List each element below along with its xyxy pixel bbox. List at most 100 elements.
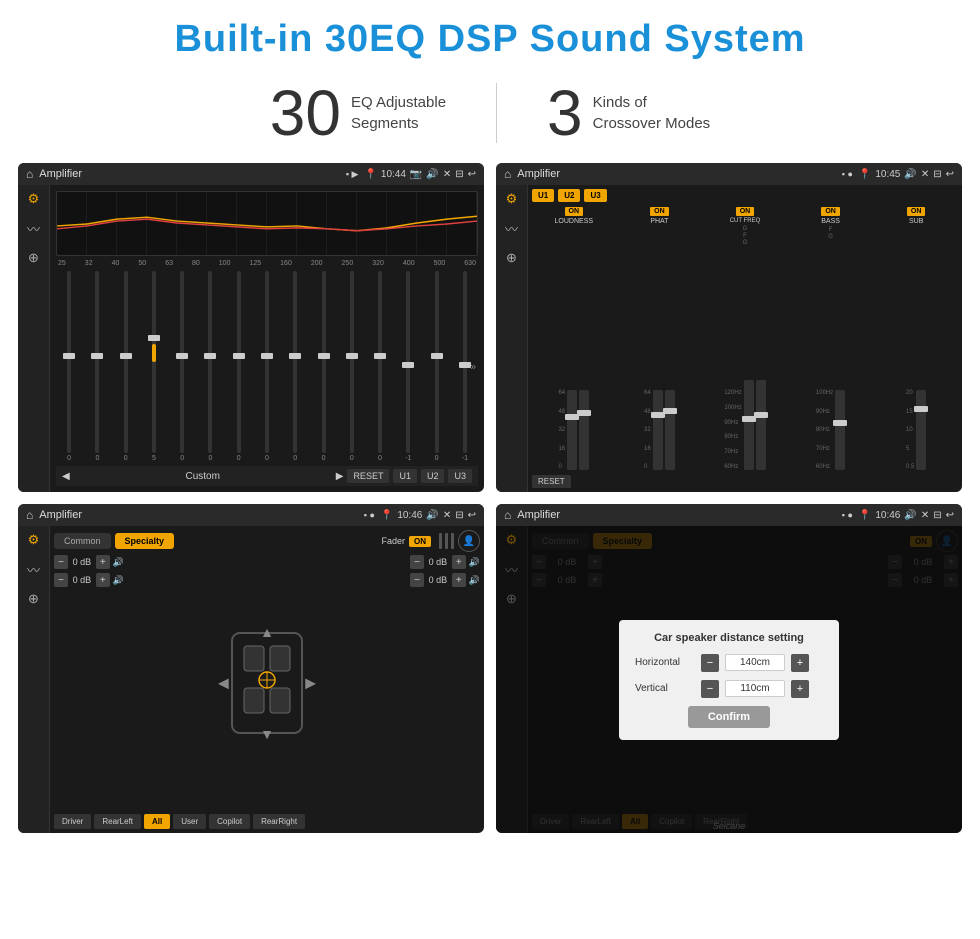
amp3-db-row-4: − 0 dB + 🔊 [410,573,480,587]
eq-slider-9[interactable]: 0 [282,271,308,462]
wave-icon-3[interactable]: 〰 [27,560,40,579]
vol-ctrl-icon-1[interactable]: ⊕ [28,250,39,266]
amp3-user-btn[interactable]: User [173,814,206,829]
screen4-time: 10:46 [875,510,900,521]
eq-prev-btn[interactable]: ◀ [62,471,70,482]
ch-cutfreq-sliders: 120Hz100Hz90Hz80Hz70Hz60Hz [724,248,765,470]
amp3-spk-icon-2: 🔊 [113,575,124,586]
amp3-plus-1[interactable]: + [96,555,110,569]
screen-1-eq: ⌂ Amplifier ▪ ▶ 📍 10:44 📷 🔊 ✕ ⊟ ↩ ⚙ 〰 ⊕ [18,163,484,492]
eq-u3-btn[interactable]: U3 [448,469,472,483]
amp3-plus-4[interactable]: + [452,573,466,587]
eq-graph [56,191,478,256]
amp3-minus-3[interactable]: − [410,555,424,569]
amp3-rearright-btn[interactable]: RearRight [253,814,305,829]
eq-slider-8[interactable]: 0 [254,271,280,462]
eq-slider-3[interactable]: 0 [113,271,139,462]
amp3-copilot-btn[interactable]: Copilot [209,814,250,829]
eq-reset-btn[interactable]: RESET [347,469,389,483]
eq-icon-2[interactable]: ⚙ [506,191,518,207]
ch-cutfreq-on[interactable]: ON [736,207,755,216]
amp3-rearleft-btn[interactable]: RearLeft [94,814,141,829]
x-icon-4[interactable]: ✕ [921,510,929,521]
amp3-avatar[interactable]: 👤 [458,530,480,552]
screen1-title: Amplifier [39,168,340,180]
arrow-right-3[interactable]: ▶ [305,675,316,692]
sq-icon-2[interactable]: ⊟ [933,169,941,180]
eq-u2-btn[interactable]: U2 [421,469,445,483]
crossover-reset-btn[interactable]: RESET [532,475,571,488]
amp3-plus-3[interactable]: + [452,555,466,569]
eq-slider-4[interactable]: 5 [141,271,167,462]
eq-slider-7[interactable]: 0 [226,271,252,462]
ch-phat: ON PHAT 644832160 [618,207,702,470]
vol-ctrl-icon-2[interactable]: ⊕ [506,250,517,266]
dialog-vertical-row: Vertical − 110cm + [635,680,823,698]
eq-slider-1[interactable]: 0 [56,271,82,462]
amp3-minus-1[interactable]: − [54,555,68,569]
crossover-u2-btn[interactable]: U2 [558,189,580,202]
eq-lbl-15: 630 [464,260,476,267]
vol-icon-4: 🔊 [904,510,916,521]
amp3-plus-2[interactable]: + [96,573,110,587]
eq-icon-1[interactable]: ⚙ [28,191,40,207]
back-icon-4[interactable]: ↩ [946,510,954,521]
amp3-common-tab[interactable]: Common [54,533,111,549]
dialog-horizontal-minus[interactable]: − [701,654,719,672]
eq-icon-3[interactable]: ⚙ [28,532,40,548]
wave-icon-1[interactable]: 〰 [27,219,40,238]
amp3-driver-btn[interactable]: Driver [54,814,91,829]
sq-icon-3[interactable]: ⊟ [455,510,463,521]
eq-slider-10[interactable]: 0 [310,271,336,462]
amp3-all-btn[interactable]: All [144,814,170,829]
stat-crossover-label: Kinds of Crossover Modes [593,92,711,134]
status-bar-3: ⌂ Amplifier ▪ ● 📍 10:46 🔊 ✕ ⊟ ↩ [18,504,484,526]
arrow-left-3[interactable]: ◀ [218,675,229,692]
crossover-u3-btn[interactable]: U3 [584,189,606,202]
eq-slider-11[interactable]: 0 [339,271,365,462]
eq-slider-14[interactable]: 0 [423,271,449,462]
wave-icon-2[interactable]: 〰 [505,219,518,238]
eq-slider-2[interactable]: 0 [84,271,110,462]
home-icon-4[interactable]: ⌂ [504,508,511,522]
amp3-fader-on[interactable]: ON [409,536,431,547]
amp3-minus-2[interactable]: − [54,573,68,587]
amp3-specialty-tab[interactable]: Specialty [115,533,175,549]
arrow-down-3[interactable]: ▼ [260,726,274,742]
amp3-minus-4[interactable]: − [410,573,424,587]
rec-icon-4: ▪ ● [842,510,853,520]
back-icon-2[interactable]: ↩ [946,169,954,180]
eq-arrows-icon[interactable]: » [470,361,476,372]
eq-slider-5[interactable]: 0 [169,271,195,462]
eq-slider-12[interactable]: 0 [367,271,393,462]
rec-icon-2: ▪ ● [842,169,853,179]
x-icon-2[interactable]: ✕ [921,169,929,180]
arrow-up-3[interactable]: ▲ [260,624,274,640]
home-icon-2[interactable]: ⌂ [504,167,511,181]
ch-loudness-on[interactable]: ON [565,207,584,216]
amp3-main: Common Specialty Fader ON 👤 − 0 dB + [50,526,484,833]
eq-slider-13[interactable]: -1 [395,271,421,462]
ch-sub-on[interactable]: ON [907,207,926,216]
sq-icon-4[interactable]: ⊟ [933,510,941,521]
dialog-vertical-minus[interactable]: − [701,680,719,698]
dialog-vertical-plus[interactable]: + [791,680,809,698]
ch-bass-on[interactable]: ON [821,207,840,216]
back-icon-3[interactable]: ↩ [468,510,476,521]
dialog-horizontal-plus[interactable]: + [791,654,809,672]
back-icon-1[interactable]: ↩ [468,169,476,180]
confirm-button[interactable]: Confirm [688,706,770,728]
eq-u1-btn[interactable]: U1 [393,469,417,483]
x-icon-1[interactable]: ✕ [443,169,451,180]
ch-phat-on[interactable]: ON [650,207,669,216]
sq-icon-1[interactable]: ⊟ [455,169,463,180]
fader-sliders [439,533,454,549]
x-icon-3[interactable]: ✕ [443,510,451,521]
eq-play-btn[interactable]: ▶ [336,471,344,482]
home-icon-3[interactable]: ⌂ [26,508,33,522]
home-icon-1[interactable]: ⌂ [26,167,33,181]
crossover-u1-btn[interactable]: U1 [532,189,554,202]
vol-ctrl-icon-3[interactable]: ⊕ [28,591,39,607]
eq-slider-6[interactable]: 0 [197,271,223,462]
screen4-content: ⚙ 〰 ⊕ Common Specialty ON 👤 − 0 dB [496,526,962,833]
